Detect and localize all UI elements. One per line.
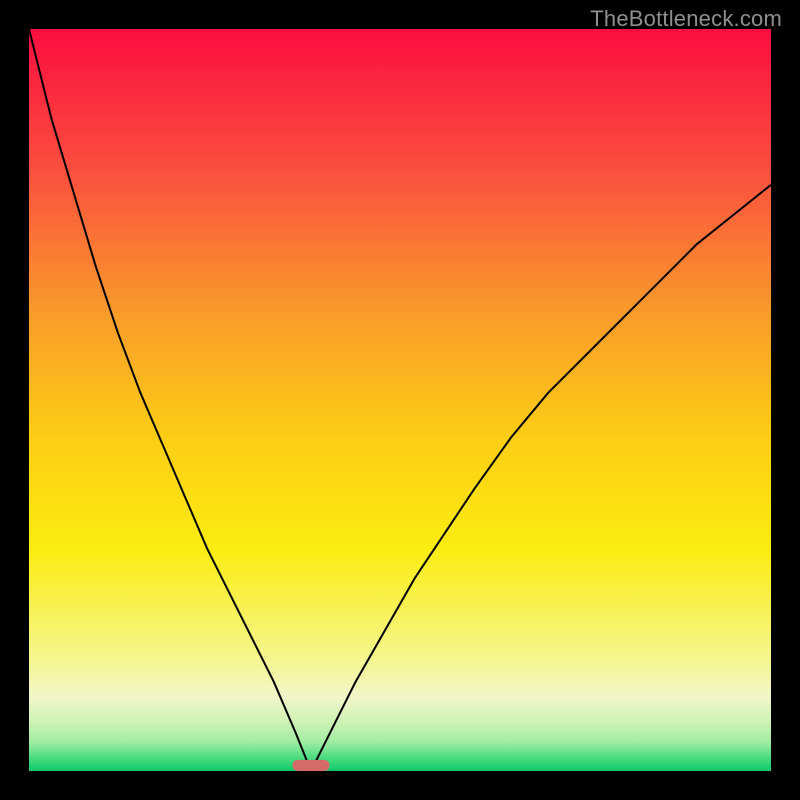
- curve-right-path: [311, 185, 771, 771]
- chart-frame: [29, 29, 771, 771]
- curve-left-path: [29, 29, 311, 771]
- bottleneck-curve: [29, 29, 771, 771]
- optimum-marker: [292, 760, 329, 771]
